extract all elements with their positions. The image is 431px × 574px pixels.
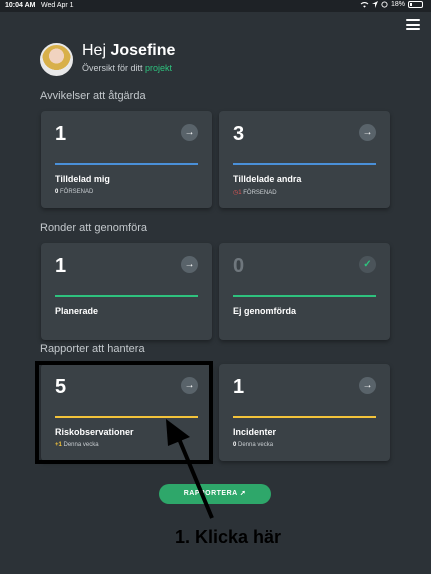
card-count: 1 (233, 376, 245, 398)
card-bar (233, 416, 376, 418)
user-name: Josefine (110, 42, 176, 59)
card-label: Tilldelad mig (55, 174, 110, 184)
hamburger-menu-icon[interactable] (406, 18, 420, 31)
card-count: 1 (55, 255, 67, 277)
section-title-reports: Rapporter att hantera (40, 343, 145, 355)
greeting-prefix: Hej (82, 42, 107, 59)
card-label: Planerade (55, 306, 99, 316)
status-time: 10:04 AM (5, 2, 36, 9)
card-sub-count: 0 (233, 442, 237, 448)
avatar[interactable] (40, 43, 73, 76)
wifi-icon (360, 2, 369, 8)
status-indicators: 18% (360, 1, 423, 8)
card-sub-count: 1 (238, 190, 242, 196)
battery-percent: 18% (390, 1, 405, 8)
share-arrow-icon: ➚ (239, 490, 247, 497)
check-icon: ✓ (359, 256, 376, 273)
card-subtext: ◷1 FÖRSENAD (233, 189, 277, 196)
card-label: Ej genomförda (233, 306, 297, 316)
card-bar (233, 295, 376, 297)
card-sub-count: 0 (55, 189, 59, 195)
card-assigned-others[interactable]: 3 → Tilldelade andra ◷1 FÖRSENAD (219, 111, 390, 208)
arrow-right-icon[interactable]: → (181, 256, 198, 273)
report-button[interactable]: RAPPORTERA ➚ (159, 484, 271, 504)
card-not-completed[interactable]: 0 ✓ Ej genomförda (219, 243, 390, 340)
tutorial-highlight-box (35, 361, 213, 464)
card-incidents[interactable]: 1 → Incidenter 0 Denna vecka (219, 364, 390, 461)
arrow-right-icon[interactable]: → (359, 377, 376, 394)
card-label: Tilldelade andra (233, 174, 302, 184)
card-subtext: 0 Denna vecka (233, 442, 273, 448)
tutorial-instruction: 1. Klicka här (175, 527, 282, 547)
card-sub-label: Denna vecka (238, 442, 274, 448)
card-bar (55, 295, 198, 297)
card-sub-label: FÖRSENAD (243, 190, 277, 196)
greeting: Hej Josefine (82, 42, 175, 60)
overview-text: Översikt för ditt projekt (82, 63, 172, 73)
section-title-deviations: Avvikelser att åtgärda (40, 90, 146, 102)
card-count: 3 (233, 123, 245, 145)
project-link[interactable]: projekt (145, 63, 172, 73)
card-bar (55, 163, 198, 165)
card-count: 1 (55, 123, 67, 145)
report-button-label: RAPPORTERA (183, 490, 238, 497)
battery-icon (408, 1, 423, 8)
card-planned[interactable]: 1 → Planerade (41, 243, 212, 340)
card-sub-label: FÖRSENAD (60, 189, 94, 195)
card-count: 0 (233, 255, 245, 277)
overview-prefix: Översikt för ditt (82, 63, 143, 73)
card-subtext: 0 FÖRSENAD (55, 189, 93, 195)
section-title-rounds: Ronder att genomföra (40, 222, 148, 234)
alarm-icon (381, 1, 388, 8)
arrow-right-icon[interactable]: → (181, 124, 198, 141)
status-date: Wed Apr 1 (41, 2, 74, 9)
card-label: Incidenter (233, 427, 277, 437)
status-bar: 10:04 AM Wed Apr 1 18% (0, 0, 431, 12)
card-assigned-me[interactable]: 1 → Tilldelad mig 0 FÖRSENAD (41, 111, 212, 208)
arrow-right-icon[interactable]: → (359, 124, 376, 141)
location-icon (371, 1, 378, 8)
card-bar (233, 163, 376, 165)
